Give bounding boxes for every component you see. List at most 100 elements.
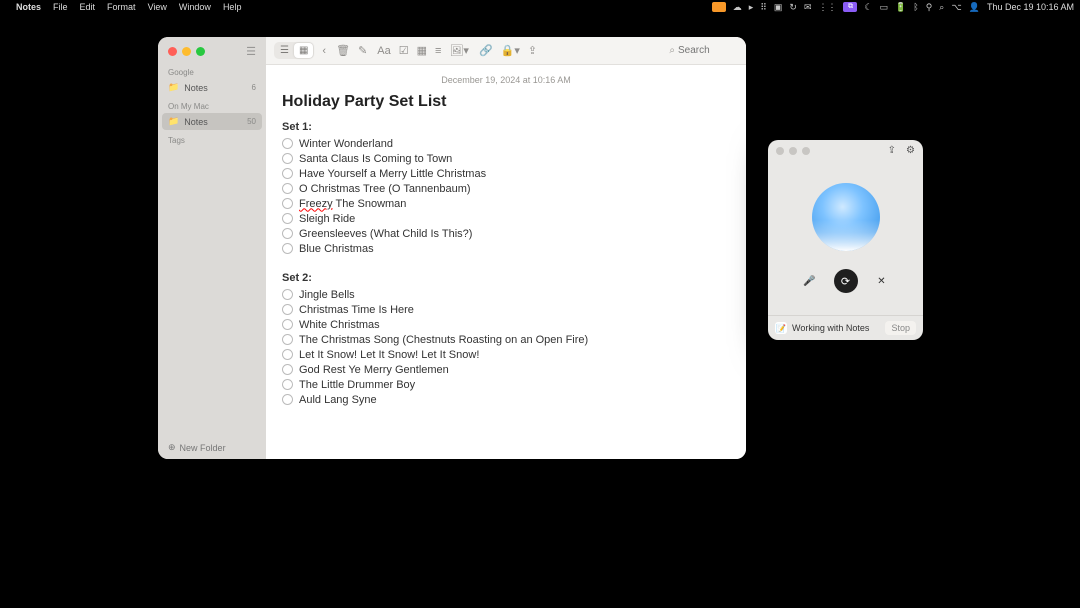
checklist-item-text[interactable]: Sleigh Ride xyxy=(299,213,355,225)
checkbox-circle[interactable] xyxy=(282,319,293,330)
grid-icon[interactable]: ⠿ xyxy=(760,2,767,13)
view-toggle[interactable]: ☰ ▦ xyxy=(274,42,314,59)
checkbox-circle[interactable] xyxy=(282,138,293,149)
zoom-button[interactable] xyxy=(196,47,205,56)
menu-format[interactable]: Format xyxy=(107,2,136,12)
checklist-item-text[interactable]: Winter Wonderland xyxy=(299,138,393,150)
checklist-item[interactable]: Christmas Time Is Here xyxy=(282,302,730,317)
share-button[interactable]: ⇪ xyxy=(528,44,537,57)
set-label[interactable]: Set 1: xyxy=(282,121,730,133)
checkbox-circle[interactable] xyxy=(282,168,293,179)
checklist-item[interactable]: Santa Claus Is Coming to Town xyxy=(282,151,730,166)
search-input[interactable] xyxy=(678,45,738,56)
checkbox-circle[interactable] xyxy=(282,304,293,315)
checklist-item-text[interactable]: O Christmas Tree (O Tannenbaum) xyxy=(299,183,471,195)
note-title[interactable]: Holiday Party Set List xyxy=(282,93,730,111)
apps-icon[interactable]: ⋮⋮ xyxy=(818,2,836,13)
link-button[interactable]: 🔗 xyxy=(479,44,493,57)
search-field[interactable]: ⌕ xyxy=(669,45,738,56)
checklist-item-text[interactable]: White Christmas xyxy=(299,319,380,331)
checklist-item[interactable]: White Christmas xyxy=(282,317,730,332)
checklist-item-text[interactable]: The Little Drummer Boy xyxy=(299,379,415,391)
checkbox-circle[interactable] xyxy=(282,364,293,375)
checklist-item-text[interactable]: Greensleeves (What Child Is This?) xyxy=(299,228,472,240)
checklist-item[interactable]: Blue Christmas xyxy=(282,241,730,256)
checklist-item-text[interactable]: Have Yourself a Merry Little Christmas xyxy=(299,168,486,180)
menu-app[interactable]: Notes xyxy=(16,2,41,12)
screen-record-icon[interactable]: ⧉ xyxy=(843,2,857,12)
checklist-item-text[interactable]: Santa Claus Is Coming to Town xyxy=(299,153,452,165)
user-icon[interactable]: 👤 xyxy=(969,2,980,13)
set-label[interactable]: Set 2: xyxy=(282,272,730,284)
updates-icon[interactable]: ↻ xyxy=(789,2,797,13)
checklist-item[interactable]: Jingle Bells xyxy=(282,287,730,302)
display-icon[interactable]: ▭ xyxy=(880,2,889,13)
menu-file[interactable]: File xyxy=(53,2,68,12)
checklist-item-text[interactable]: Freezy The Snowman xyxy=(299,198,406,210)
checkbox-circle[interactable] xyxy=(282,289,293,300)
grid-view-icon[interactable]: ▦ xyxy=(294,43,313,58)
checkbox-circle[interactable] xyxy=(282,228,293,239)
checklist-item[interactable]: Auld Lang Syne xyxy=(282,392,730,407)
chat-icon[interactable]: ✉ xyxy=(804,2,812,13)
control-center-icon[interactable]: ⌥ xyxy=(951,2,961,13)
checklist-item-text[interactable]: Christmas Time Is Here xyxy=(299,304,414,316)
checklist-button[interactable]: ☑ xyxy=(399,44,409,57)
minimize-button[interactable] xyxy=(789,147,797,155)
checkbox-circle[interactable] xyxy=(282,213,293,224)
table-button[interactable]: ▦ xyxy=(417,44,427,57)
lock-button[interactable]: 🔒▾ xyxy=(501,44,520,57)
play-icon[interactable]: ▸ xyxy=(749,2,754,13)
sidebar-item-local-notes[interactable]: 📁 Notes 50 xyxy=(162,113,262,130)
back-button[interactable]: ‹ xyxy=(322,45,326,57)
checkbox-circle[interactable] xyxy=(282,394,293,405)
checkbox-circle[interactable] xyxy=(282,183,293,194)
checklist-item-text[interactable]: Jingle Bells xyxy=(299,289,355,301)
sidebar-toggle-icon[interactable]: ☰ xyxy=(246,45,256,58)
checkbox-circle[interactable] xyxy=(282,334,293,345)
checklist-item[interactable]: Winter Wonderland xyxy=(282,136,730,151)
align-button[interactable]: ≡ xyxy=(435,45,441,57)
share-icon[interactable]: ⇪ xyxy=(888,145,896,156)
zoom-button[interactable] xyxy=(802,147,810,155)
settings-icon[interactable]: ⚙ xyxy=(906,145,915,156)
list-view-icon[interactable]: ☰ xyxy=(275,43,294,58)
checklist-item[interactable]: The Christmas Song (Chestnuts Roasting o… xyxy=(282,332,730,347)
menu-help[interactable]: Help xyxy=(223,2,242,12)
checkbox-circle[interactable] xyxy=(282,198,293,209)
media-button[interactable]: 🖼▾ xyxy=(449,44,469,57)
stop-button[interactable]: Stop xyxy=(885,321,916,335)
bluetooth-icon[interactable]: ᛒ xyxy=(913,2,918,12)
checklist-item[interactable]: The Little Drummer Boy xyxy=(282,377,730,392)
box-icon[interactable]: ▣ xyxy=(774,2,783,13)
checklist-item[interactable]: Sleigh Ride xyxy=(282,211,730,226)
note-body[interactable]: December 19, 2024 at 10:16 AM Holiday Pa… xyxy=(266,65,746,459)
checklist-item-text[interactable]: Let It Snow! Let It Snow! Let It Snow! xyxy=(299,349,479,361)
text-style-button[interactable]: Aa xyxy=(377,45,390,57)
delete-button[interactable]: 🗑 xyxy=(336,44,350,57)
checklist-item[interactable]: Freezy The Snowman xyxy=(282,196,730,211)
checklist-item-text[interactable]: The Christmas Song (Chestnuts Roasting o… xyxy=(299,334,588,346)
close-button[interactable] xyxy=(776,147,784,155)
search-icon[interactable]: ⌕ xyxy=(939,2,944,13)
checklist-item[interactable]: Let It Snow! Let It Snow! Let It Snow! xyxy=(282,347,730,362)
menubar-datetime[interactable]: Thu Dec 19 10:16 AM xyxy=(987,2,1074,12)
minimize-button[interactable] xyxy=(182,47,191,56)
checklist-item[interactable]: God Rest Ye Merry Gentlemen xyxy=(282,362,730,377)
checkbox-circle[interactable] xyxy=(282,153,293,164)
wifi-icon[interactable]: ⚲ xyxy=(926,2,933,13)
checklist-item[interactable]: O Christmas Tree (O Tannenbaum) xyxy=(282,181,730,196)
compose-button[interactable]: ✎ xyxy=(358,44,367,57)
status-app-icon[interactable] xyxy=(712,2,726,12)
new-folder-button[interactable]: ⊕ New Folder xyxy=(158,436,266,459)
menu-edit[interactable]: Edit xyxy=(80,2,96,12)
menu-window[interactable]: Window xyxy=(179,2,211,12)
moon-icon[interactable]: ☾ xyxy=(864,2,872,13)
checklist-item[interactable]: Greensleeves (What Child Is This?) xyxy=(282,226,730,241)
checklist-item-text[interactable]: Blue Christmas xyxy=(299,243,374,255)
mic-button[interactable]: 🎤 xyxy=(800,271,820,291)
sidebar-item-google-notes[interactable]: 📁 Notes 6 xyxy=(158,79,266,96)
battery-icon[interactable]: 🔋 xyxy=(895,2,906,13)
checklist-item[interactable]: Have Yourself a Merry Little Christmas xyxy=(282,166,730,181)
cloud-icon[interactable]: ☁ xyxy=(733,2,742,13)
